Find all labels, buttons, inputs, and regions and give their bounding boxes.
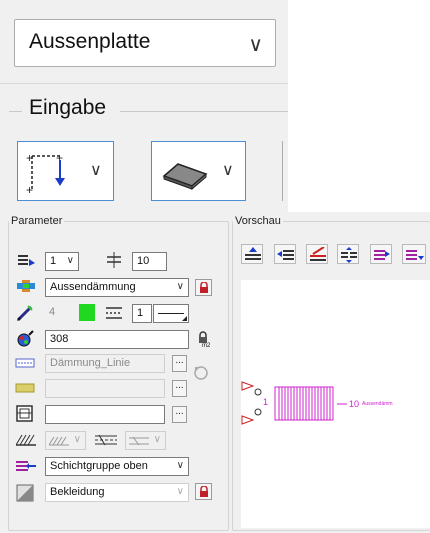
hatch-style-select[interactable]: ∨ xyxy=(45,431,86,450)
section-label-eingabe: Eingabe xyxy=(29,96,107,119)
material-select-value: Aussendämmung xyxy=(50,281,136,293)
move-layer-down-button[interactable] xyxy=(402,244,426,264)
slab-icon xyxy=(162,163,208,190)
add-layer-left-button[interactable] xyxy=(274,244,296,264)
fill-pattern-icon xyxy=(15,383,35,393)
material-select[interactable]: Aussendämmung ∨ xyxy=(45,278,189,297)
point-input-dropdown-button[interactable]: + + + ∨ xyxy=(17,141,114,201)
layer-group-icon xyxy=(16,461,36,471)
hatch-style-icon xyxy=(16,434,36,446)
line-name-input[interactable]: Dämmung_Linie xyxy=(45,354,165,373)
split-layer-button[interactable] xyxy=(337,244,359,264)
corner-arrow-icon xyxy=(182,316,187,321)
layer-left-icon xyxy=(277,250,294,260)
element-type-dropdown-value: Aussenplatte xyxy=(29,30,151,53)
layer-select-value: 1 xyxy=(50,255,57,267)
chevron-down-icon: ∨ xyxy=(222,162,234,179)
surface-icon xyxy=(17,330,34,347)
preview-label-left: 1 xyxy=(263,397,269,407)
chevron-down-icon: ∨ xyxy=(176,281,184,292)
lock-icon xyxy=(200,282,208,293)
parameter-legend: Parameter xyxy=(11,215,63,227)
cladding-select[interactable]: Bekleidung ∨ xyxy=(45,483,189,502)
material-icon xyxy=(17,280,35,292)
browse-button[interactable]: ... xyxy=(172,355,187,372)
spacing-icon xyxy=(107,252,121,268)
chevron-down-icon: ∨ xyxy=(176,460,184,471)
cladding-select-value: Bekleidung xyxy=(50,486,105,498)
slab-shape-dropdown-button[interactable]: ∨ xyxy=(151,141,246,201)
lock-icon xyxy=(200,486,208,497)
layer-right-icon xyxy=(374,250,390,260)
layer-down-icon xyxy=(406,250,424,260)
split-layer-icon xyxy=(341,247,357,263)
browse-button[interactable]: ... xyxy=(172,406,187,423)
frame-icon xyxy=(16,405,33,422)
edit-layer-icon xyxy=(310,247,326,261)
svg-text:+: + xyxy=(26,151,33,165)
chevron-down-icon: ∨ xyxy=(73,434,81,445)
material-lock-button[interactable] xyxy=(195,279,212,296)
area-button[interactable]: m2 xyxy=(195,330,212,347)
divider xyxy=(0,83,288,84)
layer-select[interactable]: 1 ∨ xyxy=(45,252,79,271)
fill-name-input[interactable] xyxy=(45,379,165,398)
add-layer-top-button[interactable] xyxy=(241,244,263,264)
chevron-down-icon: ∨ xyxy=(153,434,161,445)
divider xyxy=(120,111,288,112)
cladding-icon xyxy=(16,484,34,502)
hatch-sample-2 xyxy=(129,436,149,446)
svg-text:m2: m2 xyxy=(202,343,211,347)
layer-preview-drawing xyxy=(241,381,347,425)
chevron-down-icon: ∨ xyxy=(176,486,184,497)
chevron-down-icon: ∨ xyxy=(90,162,102,179)
hatch-line-icon xyxy=(15,358,35,368)
chevron-down-icon: ∨ xyxy=(248,34,263,56)
preview-canvas: 1 10 Aussendämm xyxy=(241,280,430,528)
preview-label-right-text: Aussendämm xyxy=(362,401,393,407)
divider xyxy=(9,111,22,112)
line-style-picker[interactable] xyxy=(153,304,189,323)
browse-button[interactable]: ... xyxy=(172,380,187,397)
layer-group-select[interactable]: Schichtgruppe oben ∨ xyxy=(45,457,189,476)
line-sample xyxy=(158,313,184,314)
pen-icon xyxy=(16,305,33,322)
element-type-dropdown[interactable]: Aussenplatte ∨ xyxy=(14,19,276,67)
pen-value: 4 xyxy=(49,306,56,318)
linetype-icon xyxy=(106,307,122,319)
spacing-input[interactable]: 10 xyxy=(132,252,167,271)
area-lock-icon: m2 xyxy=(199,331,211,347)
preview-label-right: 10 xyxy=(349,399,360,409)
linetype-input[interactable]: 1 xyxy=(132,304,152,323)
svg-text:+: + xyxy=(26,183,33,194)
zoomed-toolbar-panel: Aussenplatte ∨ Eingabe + + + ∨ ∨ xyxy=(0,0,288,212)
hatch-sample xyxy=(49,436,69,446)
reset-icon[interactable] xyxy=(192,364,210,382)
number-input[interactable]: 308 xyxy=(45,330,189,349)
hatch-style-icon-2 xyxy=(95,434,117,446)
edit-layer-button[interactable] xyxy=(306,244,328,264)
hatch-style-select-2[interactable]: ∨ xyxy=(125,431,166,450)
move-layer-right-button[interactable] xyxy=(370,244,392,264)
cladding-lock-button[interactable] xyxy=(195,483,212,500)
preview-legend: Vorschau xyxy=(235,215,281,227)
layer-icon xyxy=(18,255,35,266)
layer-group-select-value: Schichtgruppe oben xyxy=(50,460,148,472)
point-input-icon: + + + xyxy=(26,151,65,194)
color-swatch[interactable] xyxy=(79,304,95,321)
divider xyxy=(282,141,283,201)
frame-input[interactable] xyxy=(45,405,165,424)
layer-up-icon xyxy=(245,247,261,260)
chevron-down-icon: ∨ xyxy=(66,255,74,266)
